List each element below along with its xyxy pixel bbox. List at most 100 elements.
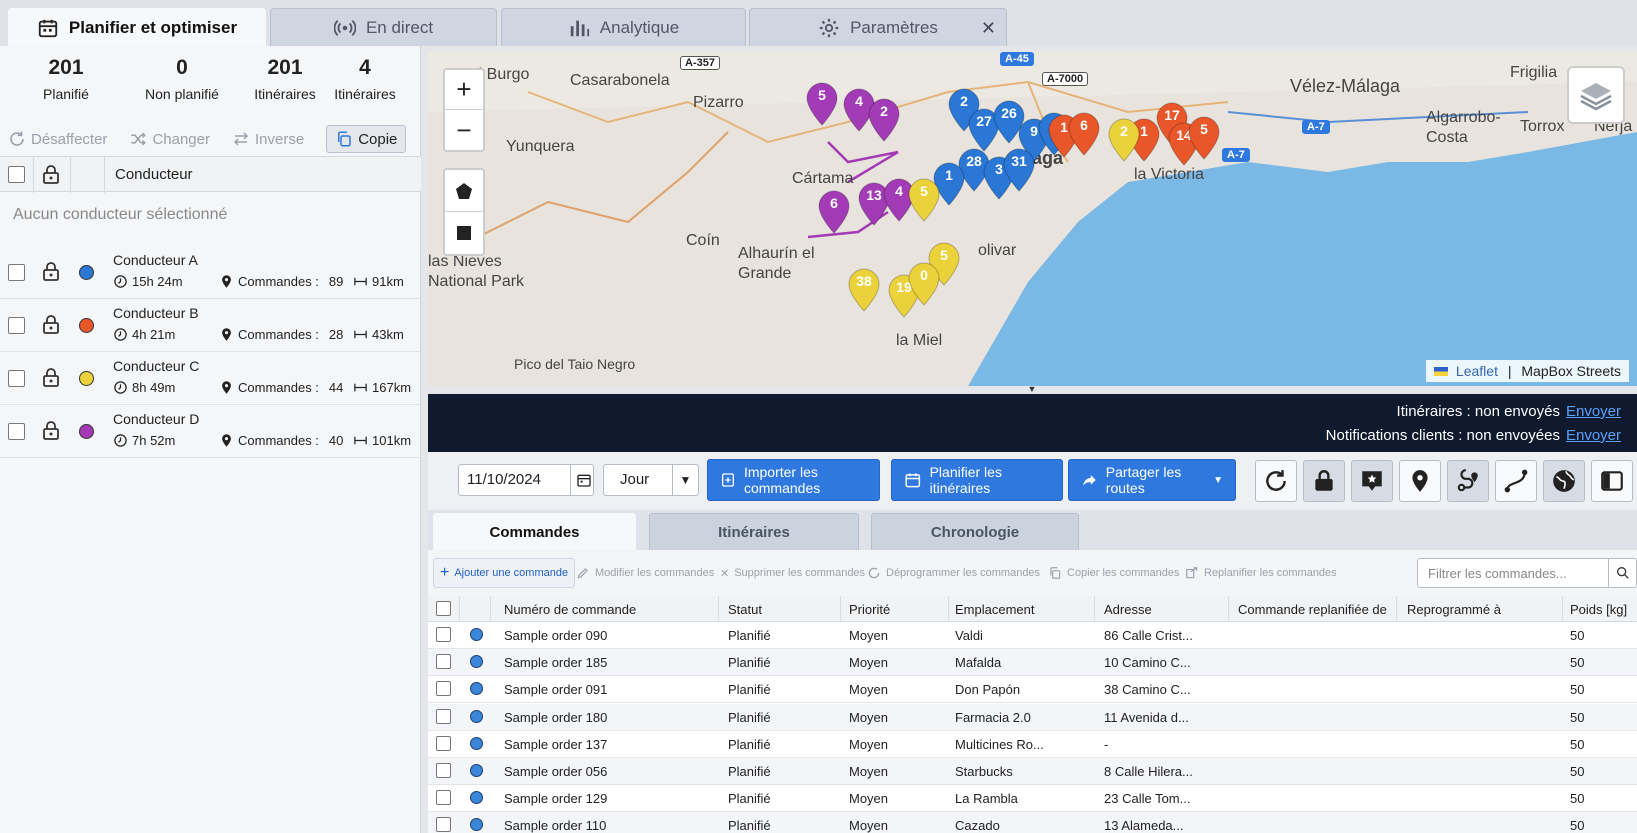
lock-icon[interactable]	[42, 261, 60, 281]
row-checkbox[interactable]	[436, 681, 451, 697]
tab-orders[interactable]: Commandes	[433, 513, 636, 550]
location-pin-button[interactable]	[1399, 460, 1441, 502]
map-marker[interactable]: 0	[908, 262, 940, 306]
row-checkbox[interactable]	[436, 735, 451, 751]
driver-checkbox[interactable]	[8, 423, 25, 440]
map-marker[interactable]: 5	[1188, 116, 1220, 160]
search-icon[interactable]	[1608, 559, 1636, 587]
lock-button[interactable]	[1303, 460, 1345, 502]
map-marker[interactable]: 2	[868, 98, 900, 142]
comment-pin-button[interactable]	[1351, 460, 1393, 502]
tab-analytics[interactable]: Analytique	[501, 8, 746, 46]
map-marker[interactable]: 2	[1108, 118, 1140, 162]
lock-icon[interactable]	[42, 314, 60, 334]
table-row[interactable]: Sample order 180 Planifié Moyen Farmacia 2.…	[428, 703, 1637, 731]
send-routes-link[interactable]: Envoyer	[1566, 403, 1621, 420]
stat-value: 201	[267, 56, 303, 79]
refresh-button[interactable]	[1255, 460, 1297, 502]
table-row[interactable]: Sample order 090 Planifié Moyen Valdi 86 Cal…	[428, 622, 1637, 649]
lock-icon[interactable]	[42, 420, 60, 440]
table-row[interactable]: Sample order 137 Planifié Moyen Multicines …	[428, 731, 1637, 758]
zoom-out-button[interactable]: −	[445, 110, 483, 150]
driver-orders-count: 40	[328, 433, 344, 448]
share-routes-button[interactable]: Partager les routes ▼	[1068, 459, 1236, 501]
row-checkbox[interactable]	[436, 817, 451, 833]
route-stops-button[interactable]	[1447, 460, 1489, 502]
table-row[interactable]: Sample order 129 Planifié Moyen La Rambla 23…	[428, 785, 1637, 813]
attribution-separator: |	[1507, 363, 1512, 379]
row-checkbox[interactable]	[436, 654, 451, 670]
column-weight[interactable]: Poids [kg]	[1570, 602, 1627, 617]
send-status-bar: Itinéraires : non envoyés Envoyer Notific…	[428, 394, 1637, 452]
column-order-number[interactable]: Numéro de commande	[504, 602, 636, 617]
map-marker[interactable]: 6	[818, 190, 850, 234]
row-checkbox[interactable]	[436, 627, 451, 642]
zoom-in-button[interactable]: +	[445, 70, 483, 110]
map-label: Cártama	[792, 170, 854, 187]
unassign-button[interactable]: Désaffecter	[8, 130, 107, 148]
map-view[interactable]: El Burgo Casarabonela Pizarro Yunquera C…	[428, 52, 1637, 386]
reverse-button[interactable]: Inverse	[232, 130, 304, 148]
leaflet-link[interactable]: Leaflet	[1456, 363, 1498, 379]
map-marker[interactable]: 31	[1003, 148, 1035, 192]
copy-button[interactable]: Copie	[326, 125, 407, 153]
select-all-checkbox[interactable]	[8, 166, 25, 183]
map-marker[interactable]: 5	[908, 178, 940, 222]
tab-plan-optimize[interactable]: Planifier et optimiser	[8, 8, 266, 46]
map-marker[interactable]: 38	[848, 268, 880, 312]
plan-routes-button[interactable]: Planifier les itinéraires	[891, 459, 1063, 501]
column-location[interactable]: Emplacement	[955, 602, 1034, 617]
close-icon[interactable]: ✕	[981, 18, 996, 39]
panel-toggle-button[interactable]	[1591, 460, 1633, 502]
driver-time: 4h 21m	[132, 327, 176, 342]
table-row[interactable]: Sample order 185 Planifié Moyen Mafalda 10 C…	[428, 649, 1637, 677]
polygon-draw-button[interactable]	[445, 170, 483, 212]
order-weight: 50	[1570, 655, 1585, 671]
filter-orders-input[interactable]: Filtrer les commandes...	[1417, 558, 1637, 588]
row-checkbox[interactable]	[436, 790, 451, 806]
table-row[interactable]: Sample order 056 Planifié Moyen Starbucks 8 …	[428, 758, 1637, 785]
row-checkbox[interactable]	[436, 763, 451, 778]
map-marker[interactable]: 6	[1068, 112, 1100, 156]
delete-orders-button[interactable]: ✕ Supprimer les commandes	[720, 558, 865, 588]
tab-timeline[interactable]: Chronologie	[871, 513, 1079, 550]
import-orders-button[interactable]: Importer les commandes	[707, 459, 880, 501]
tab-live[interactable]: En direct	[270, 8, 497, 46]
change-button[interactable]: Changer	[129, 130, 210, 148]
driver-row[interactable]: Conducteur D 7h 52m Commandes : 40 101km	[0, 405, 421, 458]
rectangle-draw-button[interactable]	[445, 212, 483, 254]
select-all-orders-checkbox[interactable]	[436, 601, 451, 616]
map-resize-handle[interactable]: ▼	[1020, 384, 1044, 394]
send-notifications-link[interactable]: Envoyer	[1566, 427, 1621, 444]
stat-planned: 201 Planifié	[40, 56, 92, 102]
column-status[interactable]: Statut	[728, 602, 762, 617]
row-checkbox[interactable]	[436, 708, 451, 724]
route-path-button[interactable]	[1495, 460, 1537, 502]
tab-settings[interactable]: Paramètres ✕	[749, 8, 1007, 46]
column-replanned-from[interactable]: Commande replanifiée de	[1238, 602, 1387, 617]
driver-checkbox[interactable]	[8, 264, 25, 281]
layers-button[interactable]	[1567, 66, 1625, 124]
driver-checkbox[interactable]	[8, 317, 25, 334]
period-select[interactable]: Jour ▼	[603, 464, 699, 496]
column-priority[interactable]: Priorité	[849, 602, 890, 617]
lock-icon[interactable]	[42, 164, 60, 184]
unschedule-orders-button[interactable]: Déprogrammer les commandes	[867, 558, 1040, 588]
driver-checkbox[interactable]	[8, 370, 25, 387]
date-picker-button[interactable]	[570, 464, 596, 496]
driver-row[interactable]: Conducteur C 8h 49m Commandes : 44 167km	[0, 352, 421, 405]
table-row[interactable]: Sample order 110 Planifié Moyen Cazado 13 Al…	[428, 812, 1637, 833]
table-row[interactable]: Sample order 091 Planifié Moyen Don Papón 38…	[428, 676, 1637, 704]
lock-icon[interactable]	[42, 367, 60, 387]
column-rescheduled-to[interactable]: Reprogrammé à	[1407, 602, 1501, 617]
replan-orders-button[interactable]: Replanifier les commandes	[1185, 558, 1337, 588]
edit-orders-button[interactable]: Modifier les commandes	[576, 558, 714, 588]
tab-routes[interactable]: Itinéraires	[649, 513, 859, 550]
driver-row[interactable]: Conducteur B 4h 21m Commandes : 28 43km	[0, 299, 421, 352]
map-marker[interactable]: 5	[806, 82, 838, 126]
column-address[interactable]: Adresse	[1104, 602, 1152, 617]
globe-button[interactable]	[1543, 460, 1585, 502]
add-order-button[interactable]: + Ajouter une commande	[433, 558, 576, 588]
driver-row[interactable]: Conducteur A 15h 24m Commandes : 89 91km	[0, 246, 421, 299]
copy-orders-button[interactable]: Copier les commandes	[1048, 558, 1180, 588]
